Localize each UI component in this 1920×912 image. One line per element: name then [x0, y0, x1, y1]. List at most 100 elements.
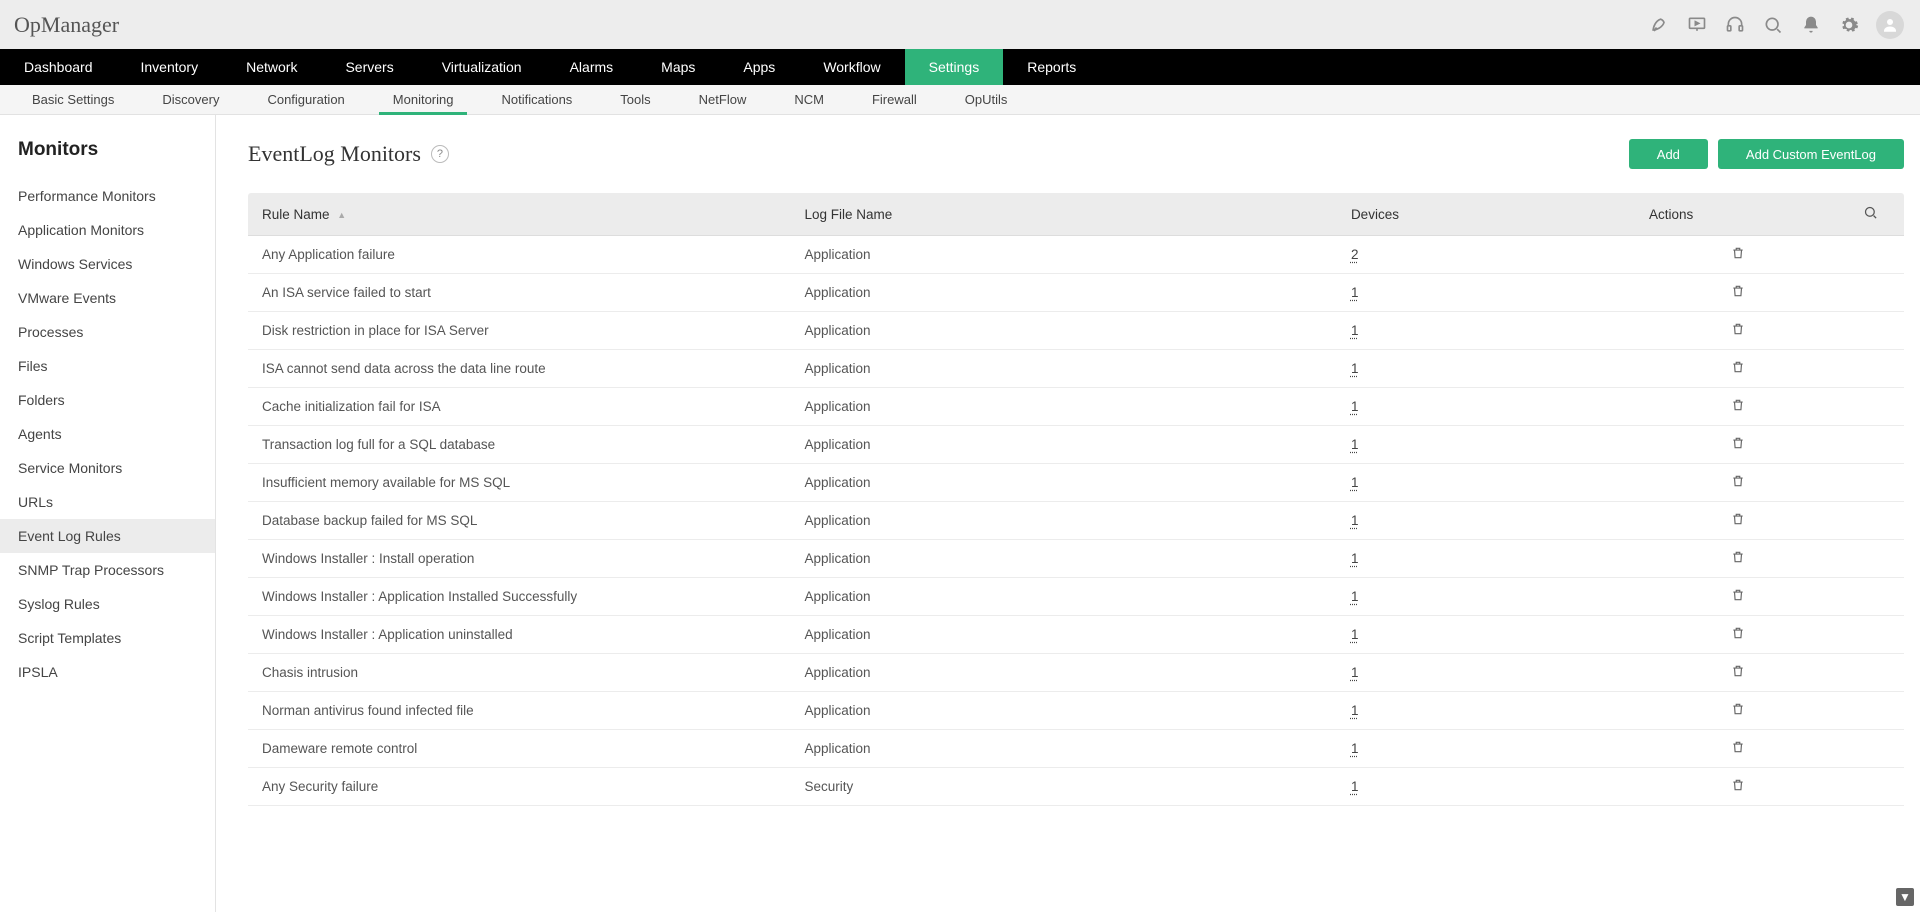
headset-icon[interactable]	[1724, 14, 1746, 36]
add-button[interactable]: Add	[1629, 139, 1708, 169]
main-nav-inventory[interactable]: Inventory	[117, 49, 223, 85]
trash-icon[interactable]	[1731, 436, 1745, 450]
devices-link[interactable]: 1	[1351, 779, 1359, 794]
rocket-icon[interactable]	[1648, 14, 1670, 36]
trash-icon[interactable]	[1731, 284, 1745, 298]
table-row[interactable]: Chasis intrusionApplication1	[248, 654, 1904, 692]
devices-link[interactable]: 1	[1351, 741, 1359, 756]
trash-icon[interactable]	[1731, 398, 1745, 412]
help-icon[interactable]: ?	[431, 145, 449, 163]
sidebar-item-snmp-trap-processors[interactable]: SNMP Trap Processors	[0, 553, 215, 587]
table-row[interactable]: Database backup failed for MS SQLApplica…	[248, 502, 1904, 540]
sub-nav-basic-settings[interactable]: Basic Settings	[8, 85, 138, 114]
trash-icon[interactable]	[1731, 550, 1745, 564]
devices-link[interactable]: 1	[1351, 285, 1359, 300]
scroll-down-button[interactable]: ▼	[1896, 888, 1914, 906]
main-nav-settings[interactable]: Settings	[905, 49, 1004, 85]
sidebar-item-event-log-rules[interactable]: Event Log Rules	[0, 519, 215, 553]
sidebar-item-folders[interactable]: Folders	[0, 383, 215, 417]
sub-nav-monitoring[interactable]: Monitoring	[369, 85, 478, 114]
sidebar-item-ipsla[interactable]: IPSLA	[0, 655, 215, 689]
sidebar-item-vmware-events[interactable]: VMware Events	[0, 281, 215, 315]
devices-link[interactable]: 1	[1351, 399, 1359, 414]
sidebar-item-performance-monitors[interactable]: Performance Monitors	[0, 179, 215, 213]
trash-icon[interactable]	[1731, 322, 1745, 336]
devices-link[interactable]: 2	[1351, 247, 1359, 262]
search-icon[interactable]	[1762, 14, 1784, 36]
table-row[interactable]: Transaction log full for a SQL databaseA…	[248, 426, 1904, 464]
sub-nav-tools[interactable]: Tools	[596, 85, 674, 114]
table-row[interactable]: Insufficient memory available for MS SQL…	[248, 464, 1904, 502]
trash-icon[interactable]	[1731, 588, 1745, 602]
trash-icon[interactable]	[1731, 740, 1745, 754]
sub-nav-netflow[interactable]: NetFlow	[675, 85, 771, 114]
sidebar-item-script-templates[interactable]: Script Templates	[0, 621, 215, 655]
sidebar-item-syslog-rules[interactable]: Syslog Rules	[0, 587, 215, 621]
devices-link[interactable]: 1	[1351, 589, 1359, 604]
devices-link[interactable]: 1	[1351, 437, 1359, 452]
sub-nav-firewall[interactable]: Firewall	[848, 85, 941, 114]
trash-icon[interactable]	[1731, 360, 1745, 374]
sub-nav-notifications[interactable]: Notifications	[477, 85, 596, 114]
devices-link[interactable]: 1	[1351, 665, 1359, 680]
sidebar-item-windows-services[interactable]: Windows Services	[0, 247, 215, 281]
trash-icon[interactable]	[1731, 702, 1745, 716]
table-row[interactable]: Norman antivirus found infected fileAppl…	[248, 692, 1904, 730]
sidebar-item-urls[interactable]: URLs	[0, 485, 215, 519]
table-row[interactable]: ISA cannot send data across the data lin…	[248, 350, 1904, 388]
devices-link[interactable]: 1	[1351, 323, 1359, 338]
devices-link[interactable]: 1	[1351, 513, 1359, 528]
col-search[interactable]	[1838, 193, 1904, 236]
user-avatar[interactable]	[1876, 11, 1904, 39]
cell-devices: 1	[1341, 464, 1639, 502]
table-row[interactable]: Any Application failureApplication2	[248, 236, 1904, 274]
sidebar-item-files[interactable]: Files	[0, 349, 215, 383]
main-nav-apps[interactable]: Apps	[719, 49, 799, 85]
sub-nav-configuration[interactable]: Configuration	[243, 85, 368, 114]
gear-icon[interactable]	[1838, 14, 1860, 36]
bell-icon[interactable]	[1800, 14, 1822, 36]
table-row[interactable]: Windows Installer : Application uninstal…	[248, 616, 1904, 654]
trash-icon[interactable]	[1731, 474, 1745, 488]
devices-link[interactable]: 1	[1351, 627, 1359, 642]
devices-link[interactable]: 1	[1351, 475, 1359, 490]
sub-nav-discovery[interactable]: Discovery	[138, 85, 243, 114]
sidebar-item-service-monitors[interactable]: Service Monitors	[0, 451, 215, 485]
devices-link[interactable]: 1	[1351, 703, 1359, 718]
table-row[interactable]: Cache initialization fail for ISAApplica…	[248, 388, 1904, 426]
trash-icon[interactable]	[1731, 512, 1745, 526]
sidebar-item-application-monitors[interactable]: Application Monitors	[0, 213, 215, 247]
add-custom-eventlog-button[interactable]: Add Custom EventLog	[1718, 139, 1904, 169]
trash-icon[interactable]	[1731, 246, 1745, 260]
devices-link[interactable]: 1	[1351, 361, 1359, 376]
col-devices[interactable]: Devices	[1341, 193, 1639, 236]
main-nav-virtualization[interactable]: Virtualization	[418, 49, 546, 85]
sidebar-item-agents[interactable]: Agents	[0, 417, 215, 451]
col-log-file[interactable]: Log File Name	[794, 193, 1340, 236]
main-nav-network[interactable]: Network	[222, 49, 321, 85]
table-row[interactable]: Dameware remote controlApplication1	[248, 730, 1904, 768]
table-row[interactable]: Windows Installer : Install operationApp…	[248, 540, 1904, 578]
cell-rule-name: Norman antivirus found infected file	[248, 692, 794, 730]
table-search-icon[interactable]	[1863, 205, 1878, 220]
table-row[interactable]: Any Security failureSecurity1	[248, 768, 1904, 806]
main-nav-maps[interactable]: Maps	[637, 49, 719, 85]
table-row[interactable]: Disk restriction in place for ISA Server…	[248, 312, 1904, 350]
devices-link[interactable]: 1	[1351, 551, 1359, 566]
sidebar-item-processes[interactable]: Processes	[0, 315, 215, 349]
presentation-icon[interactable]	[1686, 14, 1708, 36]
main-nav-alarms[interactable]: Alarms	[546, 49, 638, 85]
table-row[interactable]: An ISA service failed to startApplicatio…	[248, 274, 1904, 312]
trash-icon[interactable]	[1731, 664, 1745, 678]
main-nav-reports[interactable]: Reports	[1003, 49, 1100, 85]
col-rule-name[interactable]: Rule Name ▲	[248, 193, 794, 236]
trash-icon[interactable]	[1731, 778, 1745, 792]
sub-nav-ncm[interactable]: NCM	[770, 85, 848, 114]
main-nav-servers[interactable]: Servers	[321, 49, 417, 85]
main-nav-dashboard[interactable]: Dashboard	[0, 49, 117, 85]
table-row[interactable]: Windows Installer : Application Installe…	[248, 578, 1904, 616]
cell-log-file: Application	[794, 540, 1340, 578]
main-nav-workflow[interactable]: Workflow	[799, 49, 904, 85]
trash-icon[interactable]	[1731, 626, 1745, 640]
sub-nav-oputils[interactable]: OpUtils	[941, 85, 1032, 114]
